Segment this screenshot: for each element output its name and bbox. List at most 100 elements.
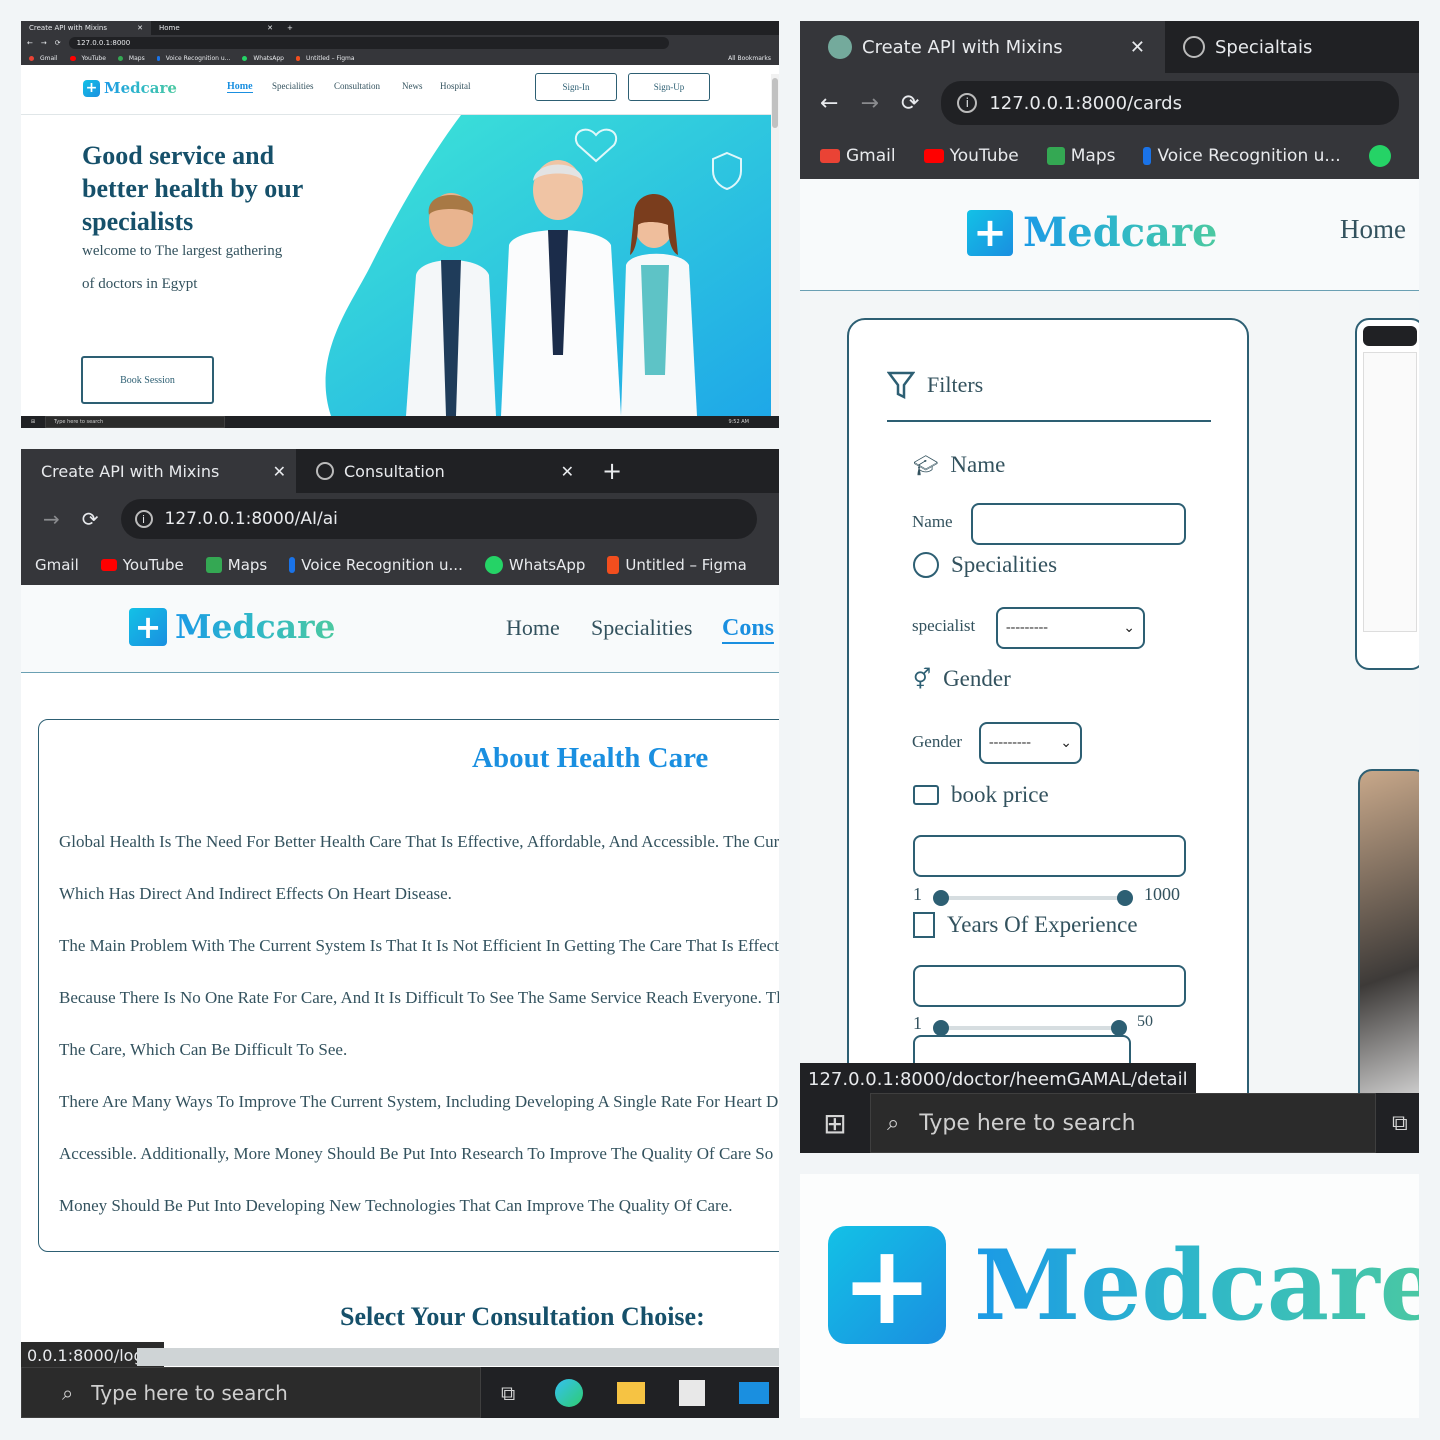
logo[interactable]: + Medcare [967, 209, 1218, 256]
taskbar-search-text: Type here to search [54, 419, 104, 425]
name-input[interactable] [971, 503, 1186, 545]
windows-icon[interactable]: ⊞ [800, 1107, 870, 1140]
about-line-4: Because There Is No One Rate For Care, A… [59, 988, 779, 1007]
nav-home[interactable]: Home [1340, 214, 1406, 245]
edge-icon[interactable] [555, 1378, 584, 1407]
reload-icon[interactable]: ⟳ [901, 91, 919, 116]
file-explorer-icon[interactable] [617, 1381, 646, 1404]
url-field[interactable]: i 127.0.0.1:8000/AI/ai [120, 499, 757, 539]
bookmark-gmail[interactable]: Gmail [820, 146, 896, 166]
bookmark-voice[interactable]: Voice Recognition u... [289, 556, 463, 574]
back-icon[interactable]: ← [820, 91, 838, 116]
scrollbar[interactable] [771, 74, 779, 416]
task-view-icon[interactable]: ⧉ [501, 1381, 515, 1405]
mail-icon[interactable] [739, 1381, 770, 1404]
book-price-input[interactable] [913, 835, 1186, 877]
name-label-text: Name [912, 512, 953, 531]
signup-button[interactable]: Sign-Up [628, 73, 710, 101]
experience-min-handle[interactable] [933, 1020, 949, 1036]
info-icon[interactable]: i [134, 510, 153, 528]
about-card: About Health Care Global Health Is The N… [38, 719, 779, 1252]
hero-subtitle-1: welcome to The largest gathering [82, 243, 283, 259]
url-field[interactable]: 127.0.0.1:8000 [68, 37, 669, 49]
taskbar-search[interactable]: Type here to search [45, 416, 225, 428]
specialist-select[interactable]: --------- ⌄ [996, 607, 1145, 649]
bookmark-maps[interactable]: Maps [1046, 146, 1115, 166]
back-icon[interactable]: ← [27, 39, 33, 47]
close-icon[interactable]: ✕ [561, 462, 574, 481]
bookmarks-bar: Gmail YouTube Maps Voice Recognition u..… [800, 133, 1419, 179]
taskbar-search[interactable]: ⌕ Type here to search [21, 1367, 481, 1418]
forward-icon[interactable]: → [41, 39, 47, 47]
close-icon[interactable]: ✕ [1130, 37, 1145, 58]
bookmark-gmail[interactable]: Gmail [35, 556, 79, 574]
book-session-button[interactable]: Book Session [81, 356, 214, 404]
all-bookmarks[interactable]: All Bookmarks [728, 55, 771, 62]
bookmark-youtube[interactable]: YouTube [923, 146, 1019, 166]
whatsapp-icon[interactable] [1368, 145, 1391, 167]
new-tab-icon[interactable]: + [287, 24, 293, 32]
experience-input[interactable] [913, 965, 1186, 1007]
reload-icon[interactable]: ⟳ [82, 507, 99, 531]
nav-consultation[interactable]: Cons [722, 615, 775, 644]
tab-specialtais[interactable]: Specialtais [1165, 21, 1415, 73]
bookmark-youtube[interactable]: YouTube [69, 55, 106, 62]
nav-home[interactable]: Home [506, 615, 560, 641]
bookmark-youtube[interactable]: YouTube [100, 556, 184, 574]
price-max-handle[interactable] [1117, 890, 1133, 906]
bookmark-maps[interactable]: Maps [117, 55, 145, 62]
gender-select[interactable]: --------- ⌄ [979, 722, 1082, 764]
bookmark-figma[interactable]: Untitled – Figma [295, 55, 355, 62]
nav-home[interactable]: Home [227, 81, 253, 93]
specialities-heading: Specialities [913, 552, 1057, 578]
bookmark-figma[interactable]: Untitled – Figma [607, 556, 747, 574]
nav-consultation[interactable]: Consultation [334, 81, 380, 91]
tab-consultation[interactable]: Consultation ✕ [296, 449, 586, 493]
about-line-5: The Care, Which Can Be Difficult To See. [59, 1040, 348, 1059]
funnel-icon [887, 371, 915, 400]
price-min-handle[interactable] [933, 890, 949, 906]
doctor-card-photo[interactable] [1358, 769, 1419, 1109]
price-slider[interactable] [933, 890, 1133, 906]
info-icon[interactable]: i [957, 93, 978, 113]
windows-icon[interactable]: ⊞ [21, 419, 45, 425]
bookmark-voice[interactable]: Voice Recognition u... [1143, 146, 1341, 166]
about-line-6: There Are Many Ways To Improve The Curre… [59, 1092, 779, 1111]
bookmark-maps[interactable]: Maps [205, 556, 267, 574]
consultation-page-screenshot: Create API with Mixins ✕ Consultation ✕ + … [21, 449, 779, 1418]
store-icon[interactable] [679, 1379, 706, 1406]
reload-icon[interactable]: ⟳ [55, 39, 61, 47]
close-icon[interactable]: ✕ [273, 462, 286, 481]
tab-create-api[interactable]: Create API with Mixins ✕ [21, 21, 151, 35]
bookmark-gmail[interactable]: Gmail [29, 55, 58, 62]
taskbar-search[interactable]: ⌕ Type here to search [870, 1093, 1376, 1153]
experience-slider[interactable] [933, 1020, 1127, 1036]
bookmark-whatsapp[interactable]: WhatsApp [484, 556, 585, 574]
filters-title: Filters [927, 372, 984, 397]
nav-specialities[interactable]: Specialities [591, 615, 692, 641]
bookmark-voice[interactable]: Voice Recognition u... [156, 55, 230, 62]
logo[interactable]: + Medcare [129, 607, 335, 646]
task-view-icon[interactable]: ⧉ [1392, 1111, 1408, 1136]
graduation-cap-icon: 🎓︎ [913, 454, 939, 477]
forward-icon[interactable]: → [43, 507, 60, 531]
tab-create-api[interactable]: Create API with Mixins ✕ [800, 21, 1165, 73]
url-field[interactable]: i 127.0.0.1:8000/cards [941, 81, 1399, 125]
url-text: 127.0.0.1:8000/cards [989, 92, 1182, 114]
experience-max-handle[interactable] [1111, 1020, 1127, 1036]
close-icon[interactable]: ✕ [267, 24, 273, 32]
specialist-label-text: specialist [912, 616, 976, 635]
tab-home[interactable]: Home ✕ [151, 21, 281, 35]
new-tab-icon[interactable]: + [602, 457, 622, 485]
bookmark-whatsapp[interactable]: WhatsApp [242, 55, 284, 62]
logo: + Medcare [828, 1221, 1419, 1349]
tab-create-api[interactable]: Create API with Mixins ✕ [21, 449, 296, 493]
logo[interactable]: + Medcare [83, 79, 177, 97]
close-icon[interactable]: ✕ [137, 24, 143, 32]
forward-icon[interactable]: → [860, 91, 878, 116]
nav-news[interactable]: News [402, 81, 423, 91]
doctor-card-preview[interactable] [1355, 318, 1419, 670]
nav-hospital[interactable]: Hospital [440, 81, 471, 91]
signin-button[interactable]: Sign-In [535, 73, 617, 101]
nav-specialities[interactable]: Specialities [272, 81, 314, 91]
